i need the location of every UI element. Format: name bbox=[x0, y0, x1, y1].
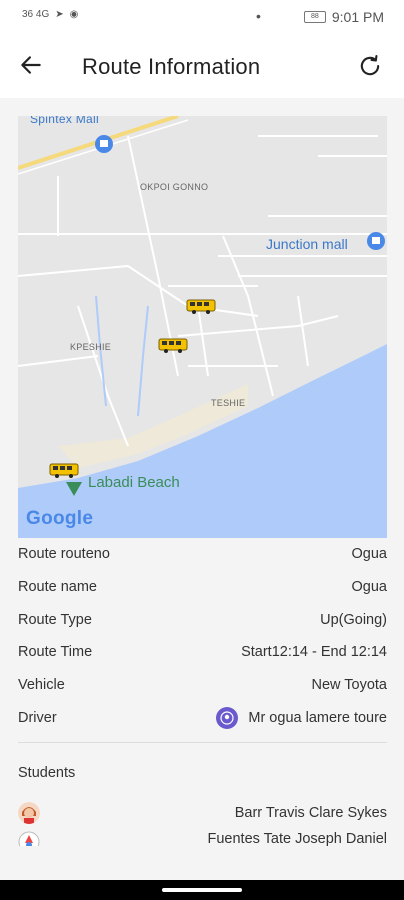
detail-label: Route routeno bbox=[18, 546, 110, 563]
content-area: Spintex Mall OKPOI GONNO Junction mall K… bbox=[0, 98, 404, 846]
map-label-teshie: TESHIE bbox=[211, 398, 246, 408]
detail-label: Vehicle bbox=[18, 677, 65, 694]
route-details: Route routeno Ogua Route name Ogua Route… bbox=[18, 538, 387, 846]
detail-value: Up(Going) bbox=[320, 611, 387, 628]
map-label-okpoi: OKPOI GONNO bbox=[140, 182, 209, 192]
app-icon: ◉ bbox=[69, 9, 79, 20]
student-name: Fuentes Tate Joseph Daniel bbox=[207, 831, 388, 846]
detail-label: Route Type bbox=[18, 611, 92, 628]
route-map[interactable]: Spintex Mall OKPOI GONNO Junction mall K… bbox=[18, 116, 387, 538]
map-label-junction: Junction mall bbox=[266, 236, 348, 252]
detail-row-driver[interactable]: Driver Mr ogua lamere toure bbox=[18, 701, 387, 734]
detail-label: Route name bbox=[18, 579, 97, 596]
page-title: Route Information bbox=[82, 54, 261, 79]
bus-icon[interactable] bbox=[49, 463, 79, 479]
student-avatar bbox=[18, 802, 40, 825]
detail-row-routeno: Route routeno Ogua bbox=[18, 538, 387, 571]
home-handle[interactable] bbox=[162, 888, 242, 892]
student-item[interactable]: Fuentes Tate Joseph Daniel bbox=[18, 831, 387, 846]
map-label-spintex: Spintex Mall bbox=[30, 116, 99, 126]
battery-level: 88 bbox=[310, 13, 319, 20]
map-label-labadi: Labadi Beach bbox=[88, 474, 180, 491]
app-bar: Route Information bbox=[0, 34, 404, 98]
detail-row-name: Route name Ogua bbox=[18, 571, 387, 604]
student-avatar bbox=[18, 831, 40, 846]
driver-info: Mr ogua lamere toure bbox=[216, 706, 387, 729]
detail-value: New Toyota bbox=[311, 677, 388, 694]
detail-label: Route Time bbox=[18, 644, 93, 661]
detail-value: Ogua bbox=[351, 546, 387, 563]
status-right: 88 9:01 PM bbox=[303, 9, 384, 25]
battery-icon: 88 bbox=[303, 11, 326, 23]
bus-icon[interactable] bbox=[158, 338, 188, 354]
bottom-spacer bbox=[0, 846, 404, 880]
notification-dot: • bbox=[256, 8, 261, 24]
bus-icon[interactable] bbox=[186, 299, 216, 315]
google-logo: Google bbox=[26, 508, 94, 529]
system-nav-bar bbox=[0, 880, 404, 900]
status-bar: 36 4G ➤ ◉ • 88 9:01 PM bbox=[0, 0, 404, 34]
student-item[interactable]: Barr Travis Clare Sykes bbox=[18, 795, 387, 831]
detail-value: Ogua bbox=[351, 579, 387, 596]
refresh-button[interactable] bbox=[356, 52, 386, 82]
detail-value: Start12:14 - End 12:14 bbox=[241, 644, 387, 661]
map-label-kpeshie: KPESHIE bbox=[70, 342, 112, 352]
students-title: Students bbox=[18, 765, 76, 782]
back-button[interactable] bbox=[18, 52, 48, 82]
student-name: Barr Travis Clare Sykes bbox=[234, 805, 387, 822]
driver-avatar bbox=[216, 706, 239, 729]
detail-row-time: Route Time Start12:14 - End 12:14 bbox=[18, 636, 387, 669]
detail-value: Mr ogua lamere toure bbox=[248, 709, 387, 726]
detail-label: Driver bbox=[18, 709, 57, 726]
status-left: 36 4G ➤ ◉ bbox=[22, 9, 78, 20]
divider bbox=[18, 742, 387, 744]
detail-row-type: Route Type Up(Going) bbox=[18, 603, 387, 636]
telegram-icon: ➤ bbox=[55, 9, 64, 20]
arrow-left-icon bbox=[21, 56, 41, 74]
detail-row-vehicle: Vehicle New Toyota bbox=[18, 669, 387, 702]
refresh-icon bbox=[360, 55, 380, 76]
clock: 9:01 PM bbox=[331, 9, 384, 25]
network-indicator: 36 4G bbox=[22, 9, 50, 20]
driver-avatar-icon bbox=[220, 711, 234, 725]
